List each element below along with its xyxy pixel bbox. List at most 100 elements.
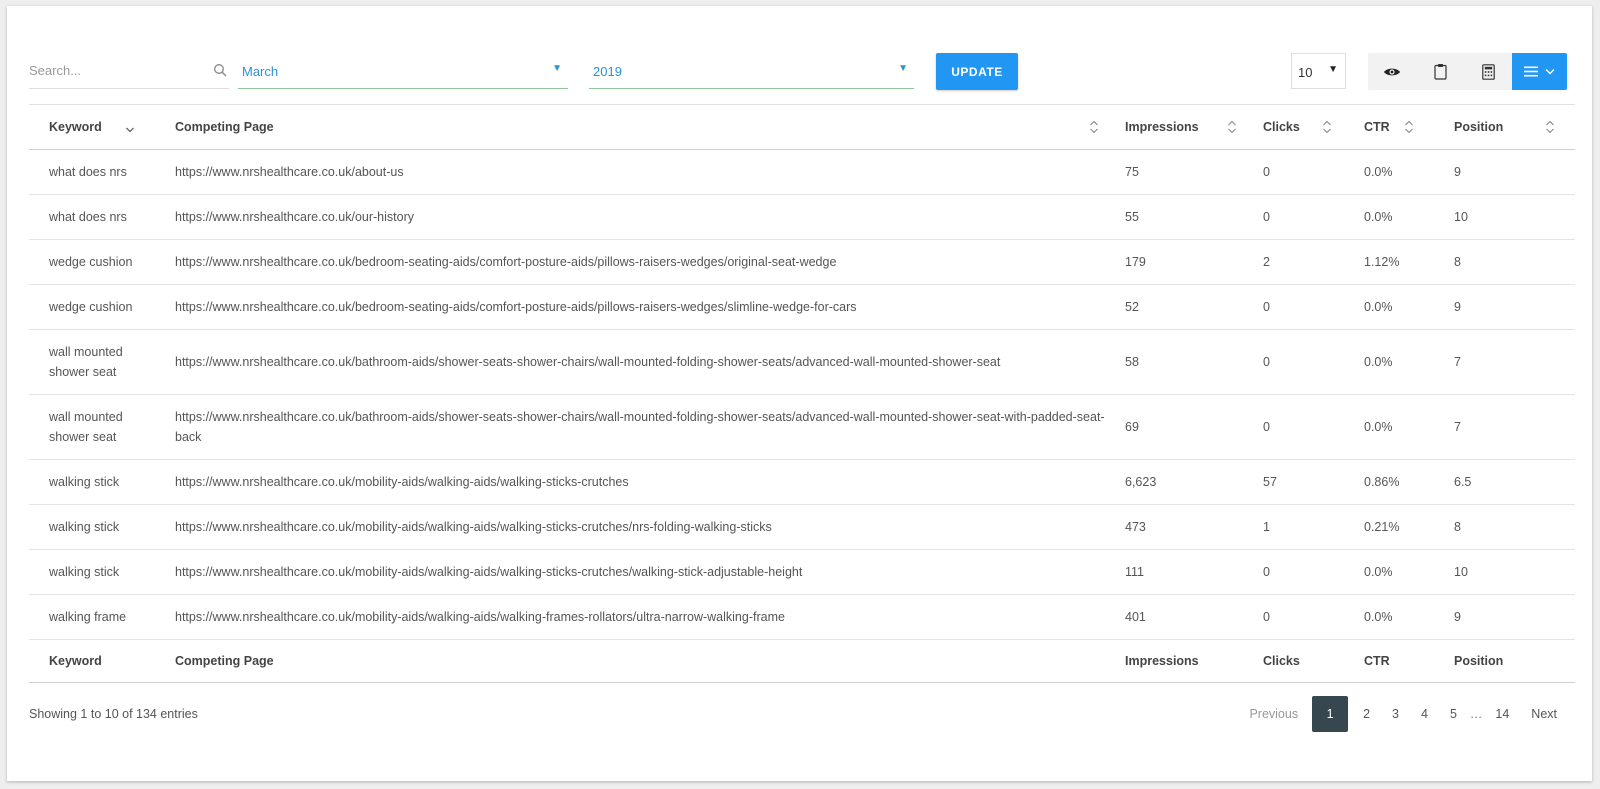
clicks-cell: 0: [1243, 329, 1344, 395]
position-cell: 8: [1434, 239, 1575, 285]
chevron-down-icon: [1545, 69, 1555, 75]
table-row: wedge cushion https://www.nrshealthcare.…: [29, 239, 1575, 285]
table-row: wall mounted shower seat https://www.nrs…: [29, 329, 1575, 395]
keyword-cell: wall mounted shower seat: [29, 394, 155, 460]
impressions-cell: 55: [1105, 194, 1243, 240]
ctr-cell: 0.21%: [1344, 504, 1434, 550]
page-length-value: 10: [1298, 65, 1313, 80]
table-body: what does nrs https://www.nrshealthcare.…: [29, 149, 1575, 640]
toolbar: March ▼ 2019 ▼ UPDATE 10 ▼: [7, 6, 1592, 106]
clicks-cell: 0: [1243, 194, 1344, 240]
sort-icon: [1405, 120, 1413, 134]
competing-page-cell: https://www.nrshealthcare.co.uk/bedroom-…: [155, 239, 1105, 285]
competing-pages-table: Keyword Competing Page Impressions Click…: [29, 104, 1575, 683]
position-cell: 9: [1434, 284, 1575, 330]
table-row: walking stick https://www.nrshealthcare.…: [29, 549, 1575, 595]
page-button-1[interactable]: 1: [1312, 696, 1349, 732]
copy-button[interactable]: [1416, 53, 1464, 90]
pagination-ellipsis: …: [1469, 707, 1483, 721]
clipboard-icon: [1433, 64, 1447, 80]
ctr-cell: 0.0%: [1344, 194, 1434, 240]
keyword-cell: walking frame: [29, 594, 155, 640]
table-row: wall mounted shower seat https://www.nrs…: [29, 394, 1575, 460]
impressions-cell: 69: [1105, 394, 1243, 460]
impressions-cell: 75: [1105, 149, 1243, 195]
header-impressions[interactable]: Impressions: [1105, 104, 1243, 150]
sort-icon: [1090, 120, 1098, 134]
keyword-cell: wall mounted shower seat: [29, 329, 155, 395]
impressions-cell: 52: [1105, 284, 1243, 330]
keyword-cell: wedge cushion: [29, 239, 155, 285]
competing-page-cell: https://www.nrshealthcare.co.uk/mobility…: [155, 549, 1105, 595]
sort-desc-icon: [126, 127, 134, 133]
ctr-cell: 0.0%: [1344, 594, 1434, 640]
position-cell: 9: [1434, 594, 1575, 640]
header-position[interactable]: Position: [1434, 104, 1575, 150]
keyword-cell: what does nrs: [29, 149, 155, 195]
clicks-cell: 0: [1243, 149, 1344, 195]
page-button-3[interactable]: 3: [1381, 696, 1410, 732]
header-competing-page[interactable]: Competing Page: [155, 104, 1105, 150]
impressions-cell: 58: [1105, 329, 1243, 395]
page-button-14[interactable]: 14: [1484, 696, 1520, 732]
export-button-group: [1368, 53, 1567, 90]
ctr-cell: 0.86%: [1344, 459, 1434, 505]
competing-page-cell: https://www.nrshealthcare.co.uk/bedroom-…: [155, 284, 1105, 330]
impressions-cell: 111: [1105, 549, 1243, 595]
ctr-cell: 1.12%: [1344, 239, 1434, 285]
footer-position: Position: [1434, 639, 1575, 683]
next-page-button[interactable]: Next: [1520, 696, 1568, 732]
ctr-cell: 0.0%: [1344, 394, 1434, 460]
keyword-cell: wedge cushion: [29, 284, 155, 330]
page-button-4[interactable]: 4: [1410, 696, 1439, 732]
menu-dropdown-button[interactable]: [1512, 53, 1567, 90]
pagination: Previous 1 2 3 4 5 … 14 Next: [1238, 695, 1568, 733]
footer-impressions: Impressions: [1105, 639, 1243, 683]
eye-icon: [1384, 68, 1400, 75]
header-keyword[interactable]: Keyword: [29, 104, 155, 150]
menu-icon: [1524, 66, 1538, 77]
position-cell: 10: [1434, 549, 1575, 595]
ctr-cell: 0.0%: [1344, 549, 1434, 595]
clicks-cell: 0: [1243, 284, 1344, 330]
competing-page-cell: https://www.nrshealthcare.co.uk/bathroom…: [155, 329, 1105, 395]
impressions-cell: 473: [1105, 504, 1243, 550]
page-length-select[interactable]: 10 ▼: [1291, 53, 1346, 89]
calculator-icon: [1481, 63, 1495, 80]
update-button[interactable]: UPDATE: [936, 53, 1018, 90]
excel-export-button[interactable]: [1464, 53, 1512, 90]
caret-down-icon: ▼: [898, 63, 908, 74]
month-value: March: [242, 64, 279, 79]
ctr-cell: 0.0%: [1344, 329, 1434, 395]
table-row: what does nrs https://www.nrshealthcare.…: [29, 149, 1575, 195]
page-button-2[interactable]: 2: [1352, 696, 1381, 732]
footer-competing-page: Competing Page: [155, 639, 1105, 683]
competing-page-cell: https://www.nrshealthcare.co.uk/mobility…: [155, 594, 1105, 640]
previous-page-button[interactable]: Previous: [1238, 696, 1312, 732]
month-select[interactable]: March ▼: [238, 53, 568, 89]
table-row: wedge cushion https://www.nrshealthcare.…: [29, 284, 1575, 330]
clicks-cell: 0: [1243, 594, 1344, 640]
table-header: Keyword Competing Page Impressions Click…: [29, 104, 1575, 150]
page-button-5[interactable]: 5: [1439, 696, 1468, 732]
column-visibility-button[interactable]: [1368, 53, 1416, 90]
header-ctr[interactable]: CTR: [1344, 104, 1434, 150]
year-select[interactable]: 2019 ▼: [589, 53, 914, 89]
ctr-cell: 0.0%: [1344, 284, 1434, 330]
footer-clicks: Clicks: [1243, 639, 1344, 683]
ctr-cell: 0.0%: [1344, 149, 1434, 195]
keyword-cell: walking stick: [29, 504, 155, 550]
impressions-cell: 179: [1105, 239, 1243, 285]
footer-ctr: CTR: [1344, 639, 1434, 683]
table-row: what does nrs https://www.nrshealthcare.…: [29, 194, 1575, 240]
position-cell: 8: [1434, 504, 1575, 550]
search-icon[interactable]: [213, 63, 227, 77]
caret-down-icon: ▼: [1328, 64, 1338, 75]
header-clicks[interactable]: Clicks: [1243, 104, 1344, 150]
keyword-cell: what does nrs: [29, 194, 155, 240]
impressions-cell: 6,623: [1105, 459, 1243, 505]
keyword-cell: walking stick: [29, 459, 155, 505]
entries-info: Showing 1 to 10 of 134 entries: [29, 707, 198, 721]
search-input[interactable]: [29, 53, 199, 87]
position-cell: 7: [1434, 329, 1575, 395]
